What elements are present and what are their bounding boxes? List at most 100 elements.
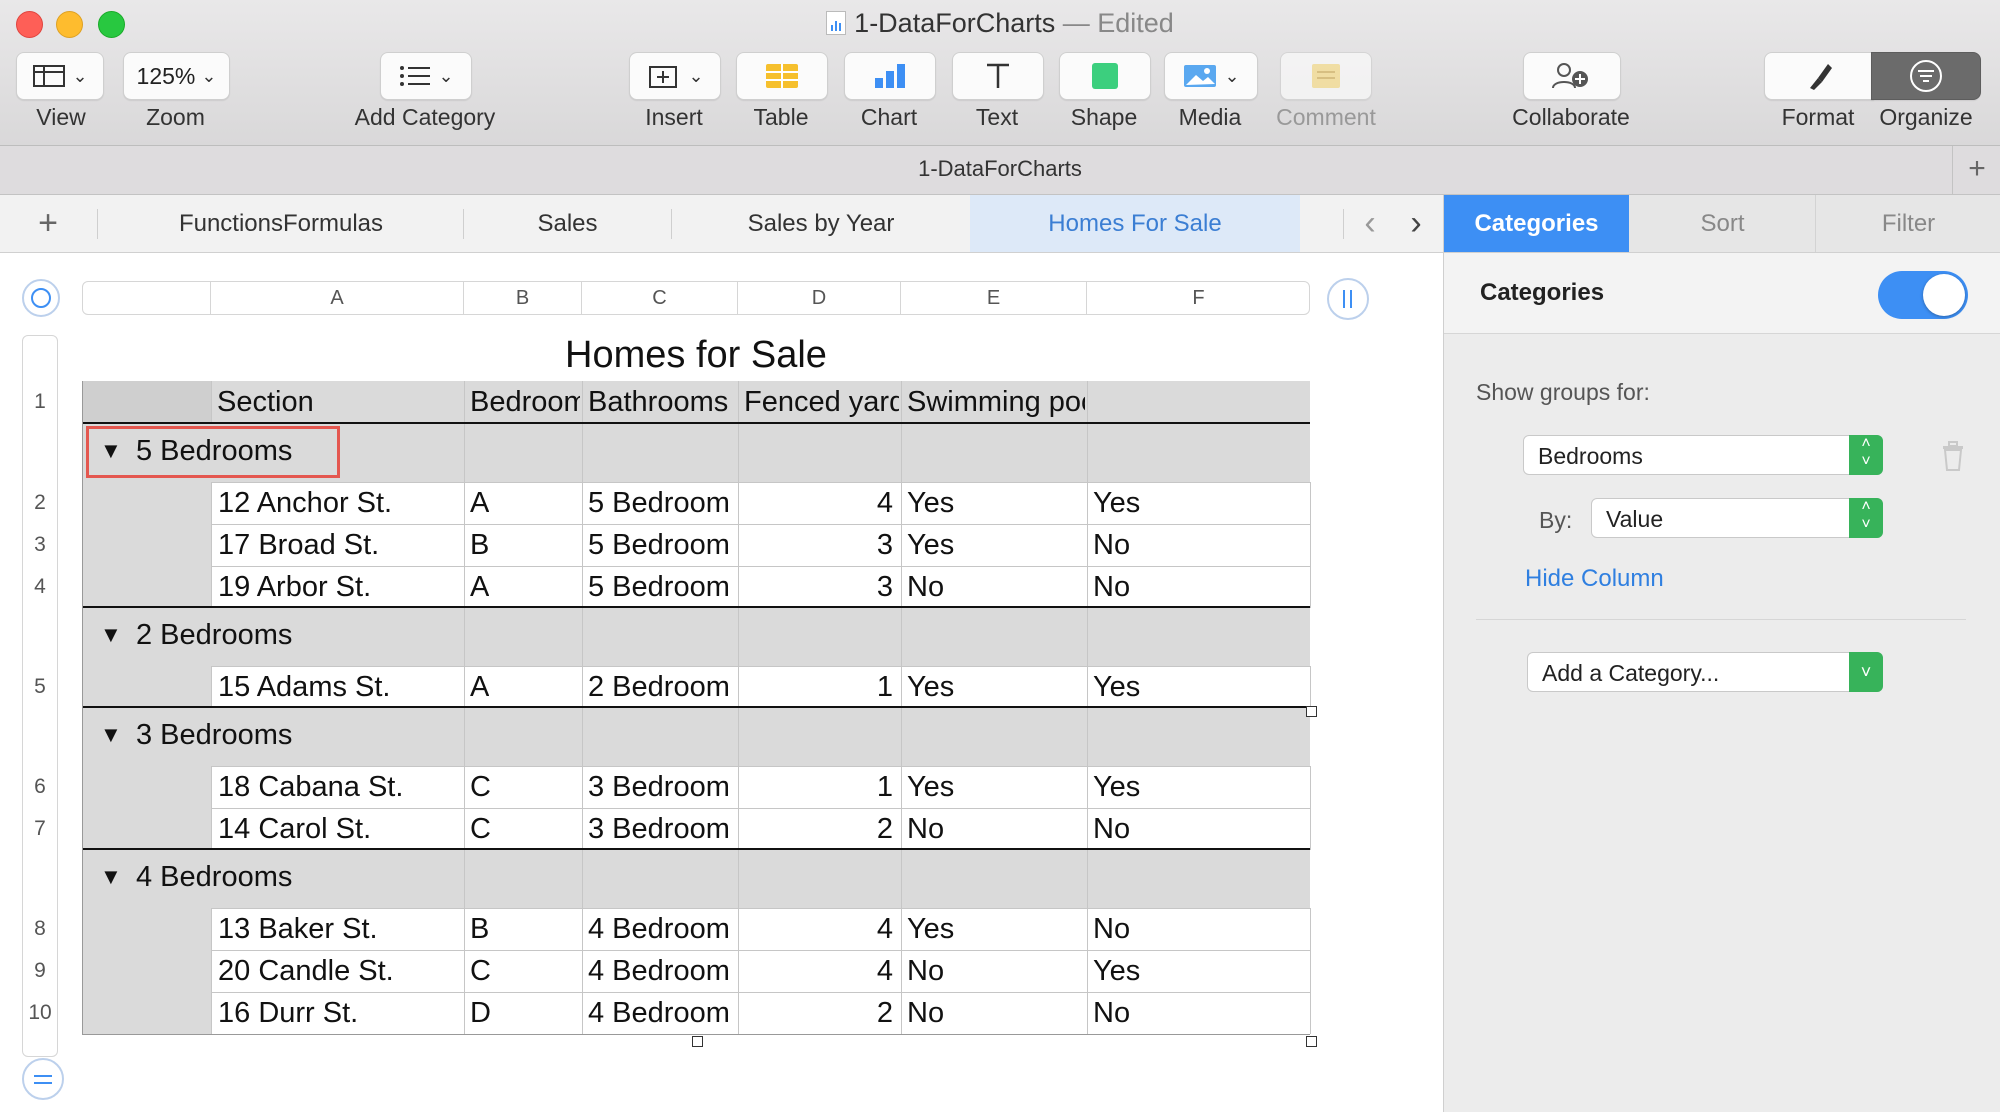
table-button[interactable]: [736, 52, 828, 100]
address-cell[interactable]: 19 Arbor St.: [218, 571, 371, 604]
add-column-handle[interactable]: [1327, 278, 1369, 320]
text-button[interactable]: [952, 52, 1044, 100]
bathrooms-cell[interactable]: 1: [738, 671, 893, 704]
address-cell[interactable]: 13 Baker St.: [218, 913, 378, 946]
by-select[interactable]: Value ˄ ˅: [1591, 498, 1883, 538]
tab-sales-by-year[interactable]: Sales by Year: [673, 195, 969, 252]
column-heading[interactable]: Bathrooms: [588, 386, 736, 419]
section-cell[interactable]: C: [470, 771, 491, 804]
address-cell[interactable]: 18 Cabana St.: [218, 771, 403, 804]
disclosure-triangle-icon[interactable]: ▼: [100, 722, 122, 748]
bathrooms-cell[interactable]: 3: [738, 571, 893, 604]
select-table-handle[interactable]: [22, 279, 60, 317]
collaborate-button[interactable]: [1523, 52, 1621, 100]
table-title[interactable]: Homes for Sale: [82, 334, 1310, 377]
bedrooms-cell[interactable]: 5 Bedroom: [588, 529, 738, 562]
swimming-pool-cell[interactable]: Yes: [1093, 771, 1140, 804]
address-cell[interactable]: 20 Candle St.: [218, 955, 394, 988]
scroll-tabs-left-icon[interactable]: ‹: [1352, 195, 1388, 252]
bathrooms-cell[interactable]: 4: [738, 955, 893, 988]
fenced-yard-cell[interactable]: Yes: [907, 529, 954, 562]
bedrooms-cell[interactable]: 3 Bedroom: [588, 771, 738, 804]
address-cell[interactable]: 15 Adams St.: [218, 671, 391, 704]
tab-filter[interactable]: Filter: [1816, 195, 2000, 252]
zoom-select[interactable]: 125% ⌄: [123, 52, 230, 100]
bedrooms-cell[interactable]: 5 Bedroom: [588, 487, 738, 520]
bathrooms-cell[interactable]: 2: [738, 813, 893, 846]
category-label[interactable]: 2 Bedrooms: [136, 619, 292, 652]
swimming-pool-cell[interactable]: No: [1093, 529, 1130, 562]
column-heading[interactable]: Swimming pool: [907, 386, 1085, 419]
tab-sales[interactable]: Sales: [465, 195, 670, 252]
tab-homes-for-sale[interactable]: Homes For Sale: [970, 195, 1300, 252]
fenced-yard-cell[interactable]: No: [907, 813, 944, 846]
fenced-yard-cell[interactable]: Yes: [907, 487, 954, 520]
column-heading[interactable]: Section: [217, 386, 462, 419]
section-cell[interactable]: B: [470, 913, 489, 946]
fenced-yard-cell[interactable]: Yes: [907, 771, 954, 804]
section-cell[interactable]: A: [470, 671, 489, 704]
section-cell[interactable]: D: [470, 997, 491, 1030]
chart-button[interactable]: [844, 52, 936, 100]
categories-toggle[interactable]: [1878, 271, 1968, 319]
column-header-b[interactable]: B: [464, 282, 582, 314]
new-tab-plus-icon[interactable]: +: [1962, 152, 1992, 186]
disclosure-triangle-icon[interactable]: ▼: [100, 622, 122, 648]
swimming-pool-cell[interactable]: No: [1093, 571, 1130, 604]
address-cell[interactable]: 16 Durr St.: [218, 997, 358, 1030]
swimming-pool-cell[interactable]: Yes: [1093, 955, 1140, 988]
add-category-button[interactable]: ⌄: [380, 52, 472, 100]
section-cell[interactable]: C: [470, 813, 491, 846]
shape-button[interactable]: [1059, 52, 1151, 100]
tab-functionsformulas[interactable]: FunctionsFormulas: [100, 195, 462, 252]
bathrooms-cell[interactable]: 3: [738, 529, 893, 562]
swimming-pool-cell[interactable]: No: [1093, 913, 1130, 946]
swimming-pool-cell[interactable]: Yes: [1093, 487, 1140, 520]
hide-column-link[interactable]: Hide Column: [1525, 565, 1664, 593]
comment-button[interactable]: [1280, 52, 1372, 100]
bathrooms-cell[interactable]: 4: [738, 913, 893, 946]
column-heading[interactable]: Bedrooms: [470, 386, 580, 419]
bedrooms-cell[interactable]: 3 Bedroom: [588, 813, 738, 846]
bedrooms-cell[interactable]: 4 Bedroom: [588, 997, 738, 1030]
section-cell[interactable]: B: [470, 529, 489, 562]
swimming-pool-cell[interactable]: Yes: [1093, 671, 1140, 704]
category-label[interactable]: 3 Bedrooms: [136, 719, 292, 752]
add-category-select[interactable]: Add a Category... ˅: [1527, 652, 1883, 692]
tab-categories[interactable]: Categories: [1444, 195, 1629, 252]
section-cell[interactable]: C: [470, 955, 491, 988]
group-by-select[interactable]: Bedrooms ˄ ˅: [1523, 435, 1883, 475]
section-cell[interactable]: A: [470, 487, 489, 520]
add-sheet-plus-icon[interactable]: +: [22, 195, 74, 252]
bathrooms-cell[interactable]: 4: [738, 487, 893, 520]
resize-handle[interactable]: [1306, 1036, 1317, 1047]
column-header-f[interactable]: F: [1087, 282, 1310, 314]
address-cell[interactable]: 17 Broad St.: [218, 529, 379, 562]
bedrooms-cell[interactable]: 2 Bedroom: [588, 671, 738, 704]
insert-button[interactable]: ⌄: [629, 52, 721, 100]
resize-handle[interactable]: [692, 1036, 703, 1047]
fenced-yard-cell[interactable]: No: [907, 571, 944, 604]
disclosure-triangle-icon[interactable]: ▼: [100, 864, 122, 890]
address-cell[interactable]: 12 Anchor St.: [218, 487, 392, 520]
scroll-tabs-right-icon[interactable]: ›: [1398, 195, 1434, 252]
bedrooms-cell[interactable]: 5 Bedroom: [588, 571, 738, 604]
format-button[interactable]: [1764, 52, 1874, 100]
column-header-c[interactable]: C: [582, 282, 738, 314]
add-row-handle[interactable]: [22, 1058, 64, 1100]
bathrooms-cell[interactable]: 1: [738, 771, 893, 804]
trash-icon[interactable]: [1941, 441, 1965, 471]
tab-sort[interactable]: Sort: [1630, 195, 1816, 252]
media-button[interactable]: ⌄: [1164, 52, 1258, 100]
bedrooms-cell[interactable]: 4 Bedroom: [588, 913, 738, 946]
swimming-pool-cell[interactable]: No: [1093, 813, 1130, 846]
swimming-pool-cell[interactable]: No: [1093, 997, 1130, 1030]
address-cell[interactable]: 14 Carol St.: [218, 813, 371, 846]
bedrooms-cell[interactable]: 4 Bedroom: [588, 955, 738, 988]
column-heading[interactable]: Fenced yard: [744, 386, 899, 419]
fenced-yard-cell[interactable]: No: [907, 955, 944, 988]
resize-handle[interactable]: [1306, 706, 1317, 717]
fenced-yard-cell[interactable]: Yes: [907, 671, 954, 704]
section-cell[interactable]: A: [470, 571, 489, 604]
bathrooms-cell[interactable]: 2: [738, 997, 893, 1030]
